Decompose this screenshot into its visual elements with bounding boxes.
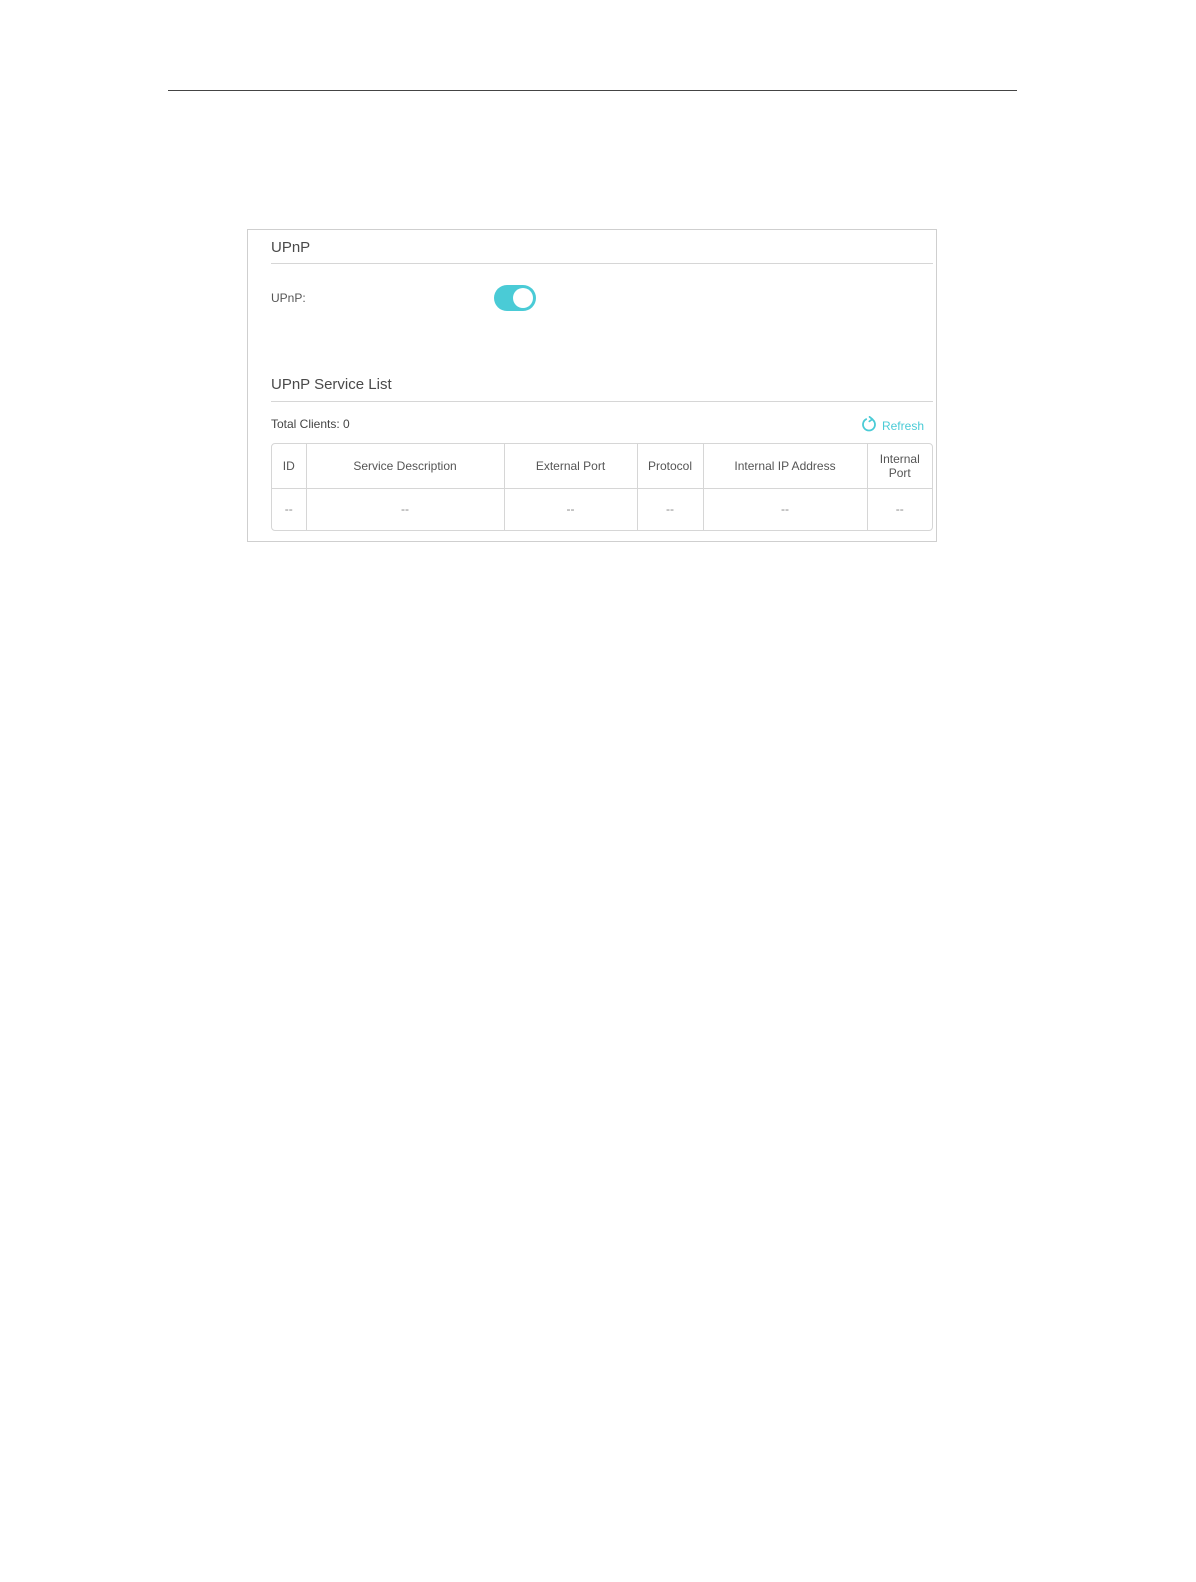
table-header-row: ID Service Description External Port Pro… bbox=[272, 444, 932, 489]
cell-service-description: -- bbox=[306, 488, 505, 530]
column-header-external-port: External Port bbox=[504, 444, 638, 489]
cell-protocol: -- bbox=[637, 488, 704, 530]
column-header-service-description: Service Description bbox=[306, 444, 505, 489]
upnp-toggle[interactable] bbox=[494, 285, 536, 311]
upnp-section-title: UPnP bbox=[271, 239, 311, 256]
cell-internal-port: -- bbox=[895, 502, 904, 517]
upnp-field-label: UPnP: bbox=[271, 291, 306, 305]
refresh-label: Refresh bbox=[881, 418, 924, 433]
refresh-icon bbox=[861, 416, 877, 435]
cell-id: -- bbox=[272, 488, 307, 530]
cell-external-port: -- bbox=[504, 488, 638, 530]
column-header-internal-ip-address: Internal IP Address bbox=[703, 444, 868, 489]
service-table: ID Service Description External Port Pro… bbox=[271, 443, 933, 531]
column-header-id: ID bbox=[272, 444, 307, 489]
column-header-internal-port: Internal Port bbox=[867, 444, 932, 489]
refresh-button[interactable]: Refresh bbox=[861, 416, 924, 435]
section-divider bbox=[271, 401, 933, 402]
section-divider bbox=[271, 263, 933, 264]
page-header-rule bbox=[168, 90, 1017, 91]
column-header-protocol: Protocol bbox=[637, 444, 704, 489]
total-clients: Total Clients: 0 bbox=[271, 417, 350, 431]
table-row: -- -- -- -- -- -- bbox=[272, 488, 932, 530]
upnp-panel: UPnP UPnP: UPnP Service List Total Clien… bbox=[247, 229, 937, 542]
service-list-title: UPnP Service List bbox=[271, 376, 392, 393]
cell-internal-ip-address: -- bbox=[703, 488, 868, 530]
toggle-knob bbox=[513, 288, 533, 308]
